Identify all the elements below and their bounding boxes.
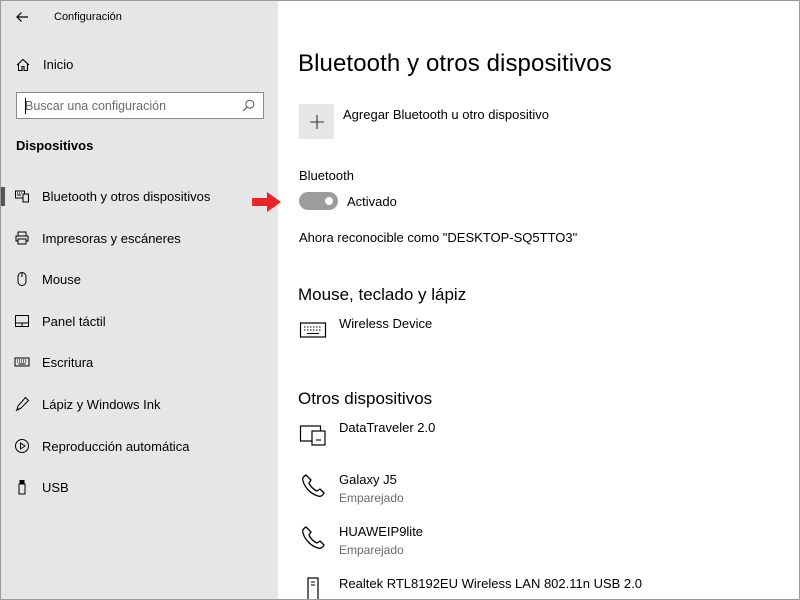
sidebar-nav: Bluetooth y otros dispositivos Impresora… <box>1 176 278 509</box>
sidebar-item-label: Bluetooth y otros dispositivos <box>42 189 211 204</box>
device-datatraveler[interactable]: DataTraveler 2.0 <box>299 420 779 460</box>
toggle-knob <box>325 197 333 205</box>
drive-icon <box>299 425 326 446</box>
sidebar-item-label: Panel táctil <box>42 313 106 329</box>
keyboard-icon <box>14 357 30 367</box>
pen-icon <box>15 396 30 412</box>
touchpad-icon <box>15 314 29 327</box>
device-galaxy-j5[interactable]: Galaxy J5 Emparejado <box>299 472 779 512</box>
bluetooth-toggle[interactable] <box>299 192 338 210</box>
settings-window: Configuración Inicio Dispositivos <box>0 0 800 600</box>
main-content: Bluetooth y otros dispositivos Agregar B… <box>278 1 799 599</box>
keyboard-icon <box>299 322 327 338</box>
sidebar-item-label: Impresoras y escáneres <box>42 230 181 246</box>
search-icon[interactable] <box>242 99 255 112</box>
sidebar-item-typing[interactable]: Escritura <box>1 342 278 384</box>
sidebar-item-home[interactable]: Inicio <box>1 49 278 81</box>
search-input[interactable] <box>25 97 235 115</box>
sidebar-item-label: Lápiz y Windows Ink <box>42 396 161 412</box>
device-status: Emparejado <box>339 491 404 505</box>
sidebar-item-label: Escritura <box>42 355 94 371</box>
page-title: Bluetooth y otros dispositivos <box>298 50 612 77</box>
sidebar-item-printers[interactable]: Impresoras y escáneres <box>1 218 278 260</box>
group-title-other: Otros dispositivos <box>298 389 433 408</box>
device-status: Emparejado <box>339 543 404 557</box>
usb-icon <box>18 480 26 495</box>
usb-adapter-icon <box>307 577 319 599</box>
device-wireless-device[interactable]: Wireless Device <box>299 316 779 356</box>
sidebar-item-bluetooth[interactable]: Bluetooth y otros dispositivos <box>1 176 278 218</box>
title-bar: Configuración <box>1 1 278 33</box>
device-name: HUAWEIP9lite <box>339 524 424 539</box>
group-title-mouse: Mouse, teclado y lápiz <box>298 285 467 304</box>
bluetooth-devices-icon <box>15 190 29 203</box>
sidebar-item-label: Mouse <box>42 272 82 288</box>
device-name: Realtek RTL8192EU Wireless LAN 802.11n U… <box>339 576 643 591</box>
device-name: DataTraveler 2.0 <box>339 420 436 435</box>
toggle-state-label: Activado <box>347 194 397 209</box>
section-heading: Dispositivos <box>16 138 94 153</box>
phone-icon <box>302 474 325 497</box>
device-realtek-adapter[interactable]: Realtek RTL8192EU Wireless LAN 802.11n U… <box>299 576 779 599</box>
add-tile[interactable] <box>299 104 334 139</box>
mouse-icon <box>17 272 27 287</box>
device-name: Wireless Device <box>339 316 433 331</box>
discoverable-text: Ahora reconocible como "DESKTOP-SQ5TTO3" <box>299 230 578 245</box>
sidebar-item-pen[interactable]: Lápiz y Windows Ink <box>1 384 278 426</box>
sidebar-item-label: Reproducción automática <box>42 438 190 454</box>
device-name: Galaxy J5 <box>339 472 397 487</box>
bluetooth-label: Bluetooth <box>299 168 354 183</box>
search-box[interactable] <box>16 92 264 119</box>
autoplay-icon <box>15 438 29 453</box>
sidebar: Configuración Inicio Dispositivos <box>1 1 278 599</box>
sidebar-item-usb[interactable]: USB <box>1 467 278 509</box>
annotation-arrow-icon <box>252 192 281 212</box>
add-device-label: Agregar Bluetooth u otro dispositivo <box>343 107 549 122</box>
sidebar-item-touchpad[interactable]: Panel táctil <box>1 301 278 343</box>
back-button[interactable] <box>1 1 43 33</box>
device-huawei-p9lite[interactable]: HUAWEIP9lite Emparejado <box>299 524 779 564</box>
phone-icon <box>302 526 325 549</box>
app-title: Configuración <box>54 11 122 23</box>
back-arrow-icon <box>16 12 28 22</box>
sidebar-item-mouse[interactable]: Mouse <box>1 259 278 301</box>
home-icon <box>16 58 30 72</box>
sidebar-item-autoplay[interactable]: Reproducción automática <box>1 426 278 468</box>
plus-icon <box>309 114 324 129</box>
sidebar-item-label: USB <box>42 480 69 496</box>
printer-icon <box>15 231 29 245</box>
sidebar-item-label: Inicio <box>43 57 74 72</box>
add-device-button[interactable]: Agregar Bluetooth u otro dispositivo <box>299 104 549 139</box>
